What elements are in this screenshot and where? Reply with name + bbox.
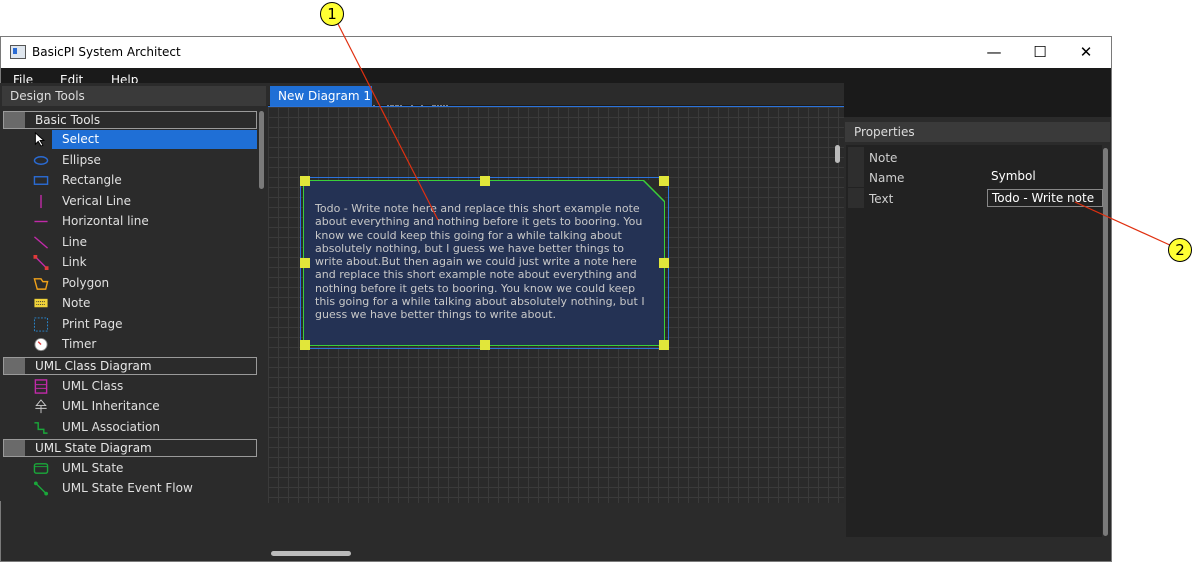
callout-marker-1: 1 [320,2,344,26]
callout-marker-2: 2 [1168,238,1192,262]
callout-leader-lines [336,21,1173,247]
leader-line-2 [1074,201,1173,247]
leader-line-1 [336,21,439,221]
